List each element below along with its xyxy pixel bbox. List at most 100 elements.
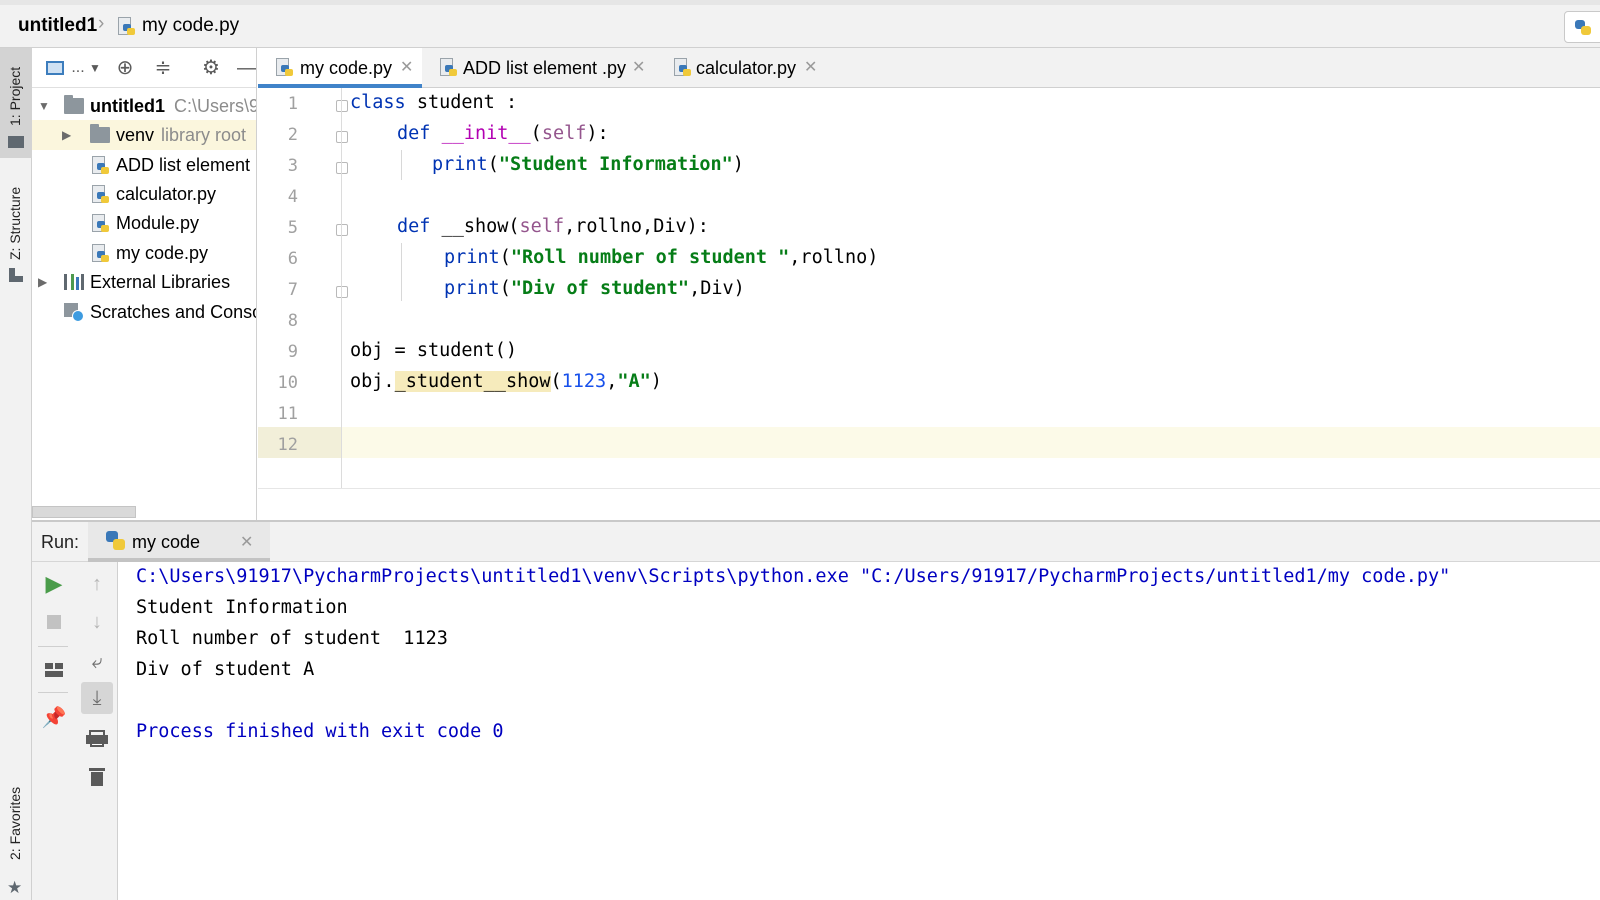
python-file-icon: [92, 244, 109, 264]
indent-guide: [401, 150, 402, 180]
print-icon[interactable]: [81, 722, 113, 754]
arrow-down-icon[interactable]: ↓: [81, 606, 113, 638]
fold-marker-icon[interactable]: [336, 286, 348, 298]
pin-icon[interactable]: 📌: [38, 702, 70, 734]
editor-tab-label: calculator.py: [696, 58, 797, 78]
tree-item-label: venv: [116, 125, 155, 145]
code-line-5: def __show(self,rollno,Div):: [397, 216, 709, 237]
run-panel-header: Run: my code ✕: [32, 520, 1600, 562]
editor-bottom-area: [258, 488, 1600, 520]
python-file-icon: [92, 185, 109, 205]
python-file-icon: [276, 58, 293, 78]
tool-tab-project-label: 1: Project: [7, 66, 23, 126]
tree-item-scratches[interactable]: Scratches and Consol: [32, 297, 256, 327]
layout-icon[interactable]: [38, 654, 70, 686]
tree-item-venv[interactable]: ▶ venv library root: [32, 120, 256, 150]
line-number: 5: [287, 218, 298, 238]
python-file-icon: [118, 17, 135, 37]
expand-arrow-icon[interactable]: ▶: [62, 120, 71, 150]
expand-arrow-icon[interactable]: ▶: [38, 267, 47, 297]
caret-line-highlight: [258, 427, 1600, 458]
python-file-icon: [92, 156, 109, 176]
soft-wrap-icon[interactable]: ⤶: [81, 646, 113, 678]
folder-icon: [8, 136, 24, 148]
project-horizontal-scrollbar[interactable]: [32, 506, 136, 518]
arrow-up-icon[interactable]: ↑: [81, 568, 113, 600]
code-editor[interactable]: 1 2 3 4 5 6 7 8 9 10 11 12 class student…: [258, 88, 1600, 488]
close-icon[interactable]: ✕: [804, 48, 817, 88]
line-number: 3: [287, 156, 298, 176]
editor-tab-label: ADD list element .py: [463, 58, 627, 78]
editor-tab-bar: my code.py ✕ ADD list element .py ✕ calc…: [258, 48, 1600, 88]
tree-item-add-list-element[interactable]: ADD list element .: [32, 150, 257, 180]
chevron-down-icon[interactable]: ▼: [84, 57, 106, 79]
tree-item-label: ADD list element .: [116, 155, 257, 175]
tool-tab-structure[interactable]: Z: Structure: [0, 178, 32, 288]
code-line-6: print("Roll number of student ",rollno): [444, 247, 879, 268]
tree-item-module[interactable]: Module.py: [32, 208, 256, 238]
tool-tab-project[interactable]: 1: Project: [0, 48, 32, 158]
line-number: 7: [287, 280, 298, 300]
tool-tab-structure-label: Z: Structure: [7, 186, 23, 260]
tree-item-note: library root: [161, 125, 247, 145]
console-output-line: Div of student A: [136, 659, 315, 680]
library-icon: [64, 274, 84, 290]
breadcrumb-project[interactable]: untitled1: [18, 15, 97, 37]
separator: [38, 692, 68, 693]
project-view-icon[interactable]: [44, 57, 66, 79]
run-tab-my-code[interactable]: my code ✕: [88, 522, 270, 562]
line-number-gutter: 1 2 3 4 5 6 7 8 9 10 11 12: [258, 88, 348, 488]
tree-root[interactable]: ▼ untitled1 C:\Users\9: [32, 91, 256, 121]
tree-item-label: Module.py: [116, 213, 200, 233]
tree-item-calculator[interactable]: calculator.py: [32, 179, 256, 209]
fold-marker-icon[interactable]: [336, 100, 348, 112]
close-icon[interactable]: ✕: [240, 532, 253, 552]
tool-tab-favorites[interactable]: 2: Favorites ★: [0, 778, 32, 900]
line-number: 2: [287, 125, 298, 145]
fold-marker-icon[interactable]: [336, 224, 348, 236]
code-line-9: obj = student(): [350, 340, 518, 361]
expand-arrow-icon[interactable]: ▼: [38, 91, 50, 121]
console-output-line: Student Information: [136, 597, 348, 618]
python-interpreter-icon[interactable]: [1564, 11, 1600, 43]
tree-root-name: untitled1: [90, 96, 165, 116]
run-icon[interactable]: ▶: [38, 568, 70, 600]
folder-icon: [90, 124, 110, 143]
line-number: 8: [287, 311, 298, 331]
trash-icon[interactable]: [81, 760, 113, 792]
locate-icon[interactable]: ⊕: [114, 57, 136, 79]
scratches-icon: [64, 303, 84, 322]
structure-icon: [9, 268, 23, 282]
tree-item-label: calculator.py: [116, 184, 217, 204]
console-command: C:\Users\91917\PycharmProjects\untitled1…: [136, 566, 1451, 587]
line-number: 12: [277, 435, 298, 455]
close-icon[interactable]: ✕: [632, 48, 645, 88]
editor-tab-calculator[interactable]: calculator.py ✕: [662, 48, 832, 88]
run-tab-label: my code: [132, 532, 201, 552]
python-file-icon: [674, 58, 691, 78]
tree-item-my-code[interactable]: my code.py: [32, 238, 256, 268]
console-output-line: Roll number of student 1123: [136, 628, 448, 649]
close-icon[interactable]: ✕: [400, 48, 413, 88]
tree-item-external-libraries[interactable]: ▶ External Libraries: [32, 267, 256, 297]
star-icon: ★: [7, 878, 23, 897]
python-file-icon: [92, 214, 109, 234]
hide-icon[interactable]: —: [236, 57, 256, 79]
left-tool-strip: 1: Project Z: Structure 2: Favorites ★: [0, 48, 32, 900]
line-number: 9: [287, 342, 298, 362]
run-console[interactable]: C:\Users\91917\PycharmProjects\untitled1…: [118, 562, 1600, 900]
gear-icon[interactable]: ⚙: [200, 57, 222, 79]
navigation-bar: untitled1 › my code.py: [0, 0, 1600, 48]
editor-tab-my-code[interactable]: my code.py ✕: [258, 48, 422, 88]
code-line-3: print("Student Information"): [432, 154, 744, 175]
editor-tab-add-list-element[interactable]: ADD list element .py ✕: [426, 48, 654, 88]
indent-guide: [401, 243, 402, 301]
collapse-all-icon[interactable]: ≑: [152, 57, 174, 79]
scroll-to-end-icon[interactable]: ⤓: [81, 682, 113, 714]
breadcrumb-file[interactable]: my code.py: [142, 15, 239, 37]
project-panel: ... ▼ ⊕ ≑ ⚙ — ▼ untitled1 C:\Users\9 ▶ v…: [32, 48, 257, 520]
stop-icon[interactable]: [38, 606, 70, 638]
code-line-2: def __init__(self):: [397, 123, 609, 144]
fold-marker-icon[interactable]: [336, 131, 348, 143]
fold-marker-icon[interactable]: [336, 162, 348, 174]
